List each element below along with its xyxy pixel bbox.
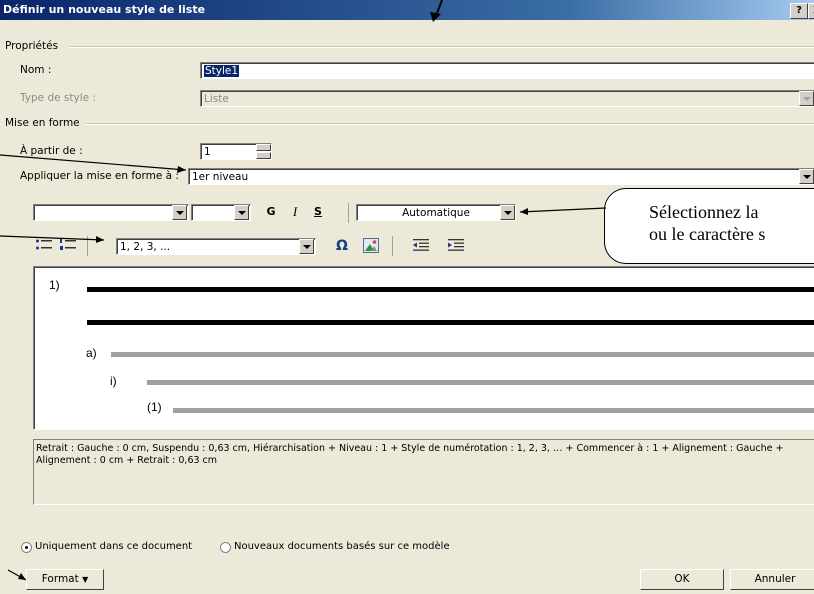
annotation-arrows (0, 0, 607, 581)
